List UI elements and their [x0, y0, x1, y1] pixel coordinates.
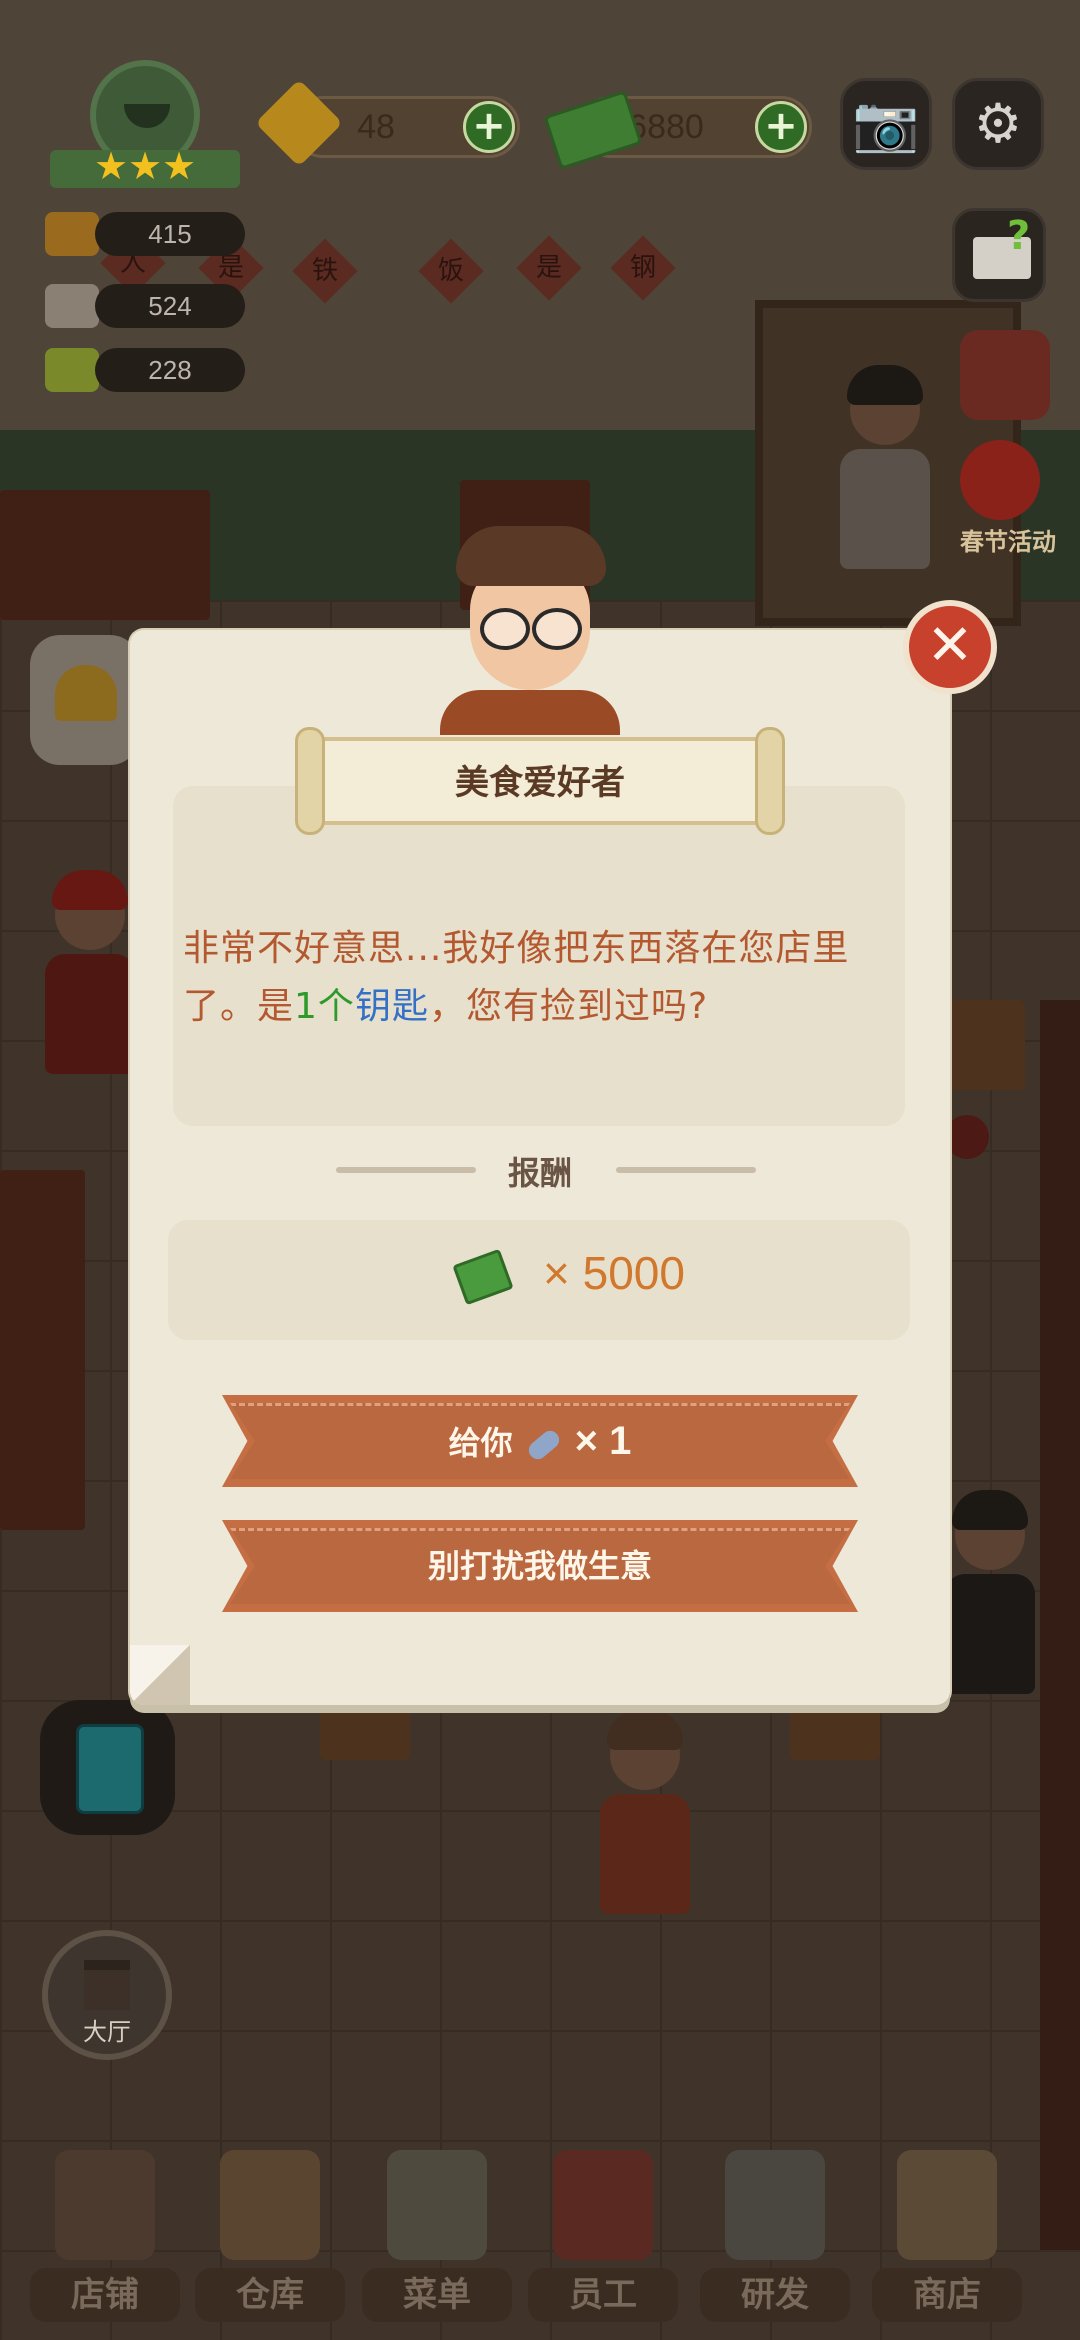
item-count: 1	[294, 986, 318, 1027]
stat-recipes: 228	[95, 348, 245, 392]
npc-portrait	[420, 520, 640, 735]
nav-label: 仓库	[195, 2268, 345, 2322]
settings-button[interactable]: ⚙	[952, 78, 1044, 170]
dialog-title: 美食爱好者	[455, 763, 625, 803]
key-icon	[524, 1427, 563, 1463]
reward-title: 报酬	[507, 1154, 572, 1192]
wok-icon	[725, 2150, 825, 2260]
add-gems-button[interactable]: +	[463, 101, 515, 153]
item-name: 钥匙	[354, 986, 429, 1027]
nav-menu[interactable]: 菜单	[362, 2140, 512, 2340]
question-icon: ?	[1007, 213, 1031, 259]
give-text: 给你	[448, 1424, 513, 1462]
item-unit: 个	[317, 986, 355, 1027]
red-book-button[interactable]	[960, 330, 1050, 420]
checklist-icon	[387, 2150, 487, 2260]
house-icon	[84, 1960, 130, 2010]
nav-label: 商店	[872, 2268, 1022, 2322]
boxes-icon	[220, 2150, 320, 2260]
hall-label: 大厅	[83, 2018, 131, 2046]
message-box: 非常不好意思...我好像把东西落在您店里了。是1个钥匙，您有捡到过吗?	[173, 786, 905, 1126]
dialog-message: 非常不好意思...我好像把东西落在您店里了。是1个钥匙，您有捡到过吗?	[183, 920, 895, 1036]
nav-shop-front[interactable]: 店铺	[30, 2140, 180, 2340]
star-icon: ★	[162, 144, 197, 188]
give-label: 给你 × 1	[222, 1395, 858, 1487]
glasses-icon	[532, 608, 582, 650]
orders-button[interactable]	[40, 1700, 175, 1835]
star-icon: ★	[128, 144, 163, 188]
lion-dance-icon[interactable]	[960, 440, 1040, 520]
nav-label: 店铺	[30, 2268, 180, 2322]
stat-dishes: 524	[95, 284, 245, 328]
nav-warehouse[interactable]: 仓库	[195, 2140, 345, 2340]
stat-popularity: 415	[95, 212, 245, 256]
bell-icon	[55, 665, 117, 721]
add-cash-button[interactable]: +	[755, 101, 807, 153]
pot-icon	[45, 212, 99, 256]
staff-icon	[553, 2150, 653, 2260]
hall-button[interactable]: 大厅	[42, 1930, 172, 2060]
nav-label: 员工	[528, 2268, 678, 2322]
nav-staff[interactable]: 员工	[528, 2140, 678, 2340]
bell-notification[interactable]	[30, 635, 140, 765]
shop-icon	[897, 2150, 997, 2260]
storefront-icon	[55, 2150, 155, 2260]
camera-button[interactable]: 📷	[840, 78, 932, 170]
give-quantity: × 1	[574, 1419, 632, 1463]
glasses-icon	[480, 608, 530, 650]
npc-hair	[456, 526, 606, 586]
nav-label: 研发	[700, 2268, 850, 2322]
guide-book-button[interactable]: ?	[952, 208, 1046, 302]
give-key-button[interactable]: 给你 × 1	[222, 1395, 858, 1487]
decline-button[interactable]: 别打扰我做生意	[222, 1520, 858, 1612]
clipboard-icon	[76, 1724, 144, 1814]
bottom-nav: 店铺 仓库 菜单 员工 研发 商店	[0, 2140, 1080, 2340]
star-icon: ★	[94, 144, 129, 188]
page-curl	[130, 1645, 190, 1705]
reward-amount: × 5000	[543, 1247, 685, 1299]
message-text: ，您有捡到过吗?	[428, 986, 709, 1027]
nav-store[interactable]: 商店	[872, 2140, 1022, 2340]
restaurant-level-badge[interactable]: ★ ★ ★	[50, 55, 240, 205]
close-button[interactable]: ✕	[903, 600, 997, 694]
decline-label: 别打扰我做生意	[427, 1547, 652, 1585]
spring-festival-label[interactable]: 春节活动	[946, 522, 1070, 557]
gem-icon	[255, 79, 343, 167]
nav-label: 菜单	[362, 2268, 512, 2322]
title-scroll: 美食爱好者	[295, 727, 785, 837]
reward-box: × 5000	[168, 1220, 910, 1340]
cash-icon	[543, 90, 643, 170]
recipe-book-icon	[45, 348, 99, 392]
nav-research[interactable]: 研发	[700, 2140, 850, 2340]
cloche-icon	[45, 284, 99, 328]
cash-icon	[452, 1248, 514, 1306]
